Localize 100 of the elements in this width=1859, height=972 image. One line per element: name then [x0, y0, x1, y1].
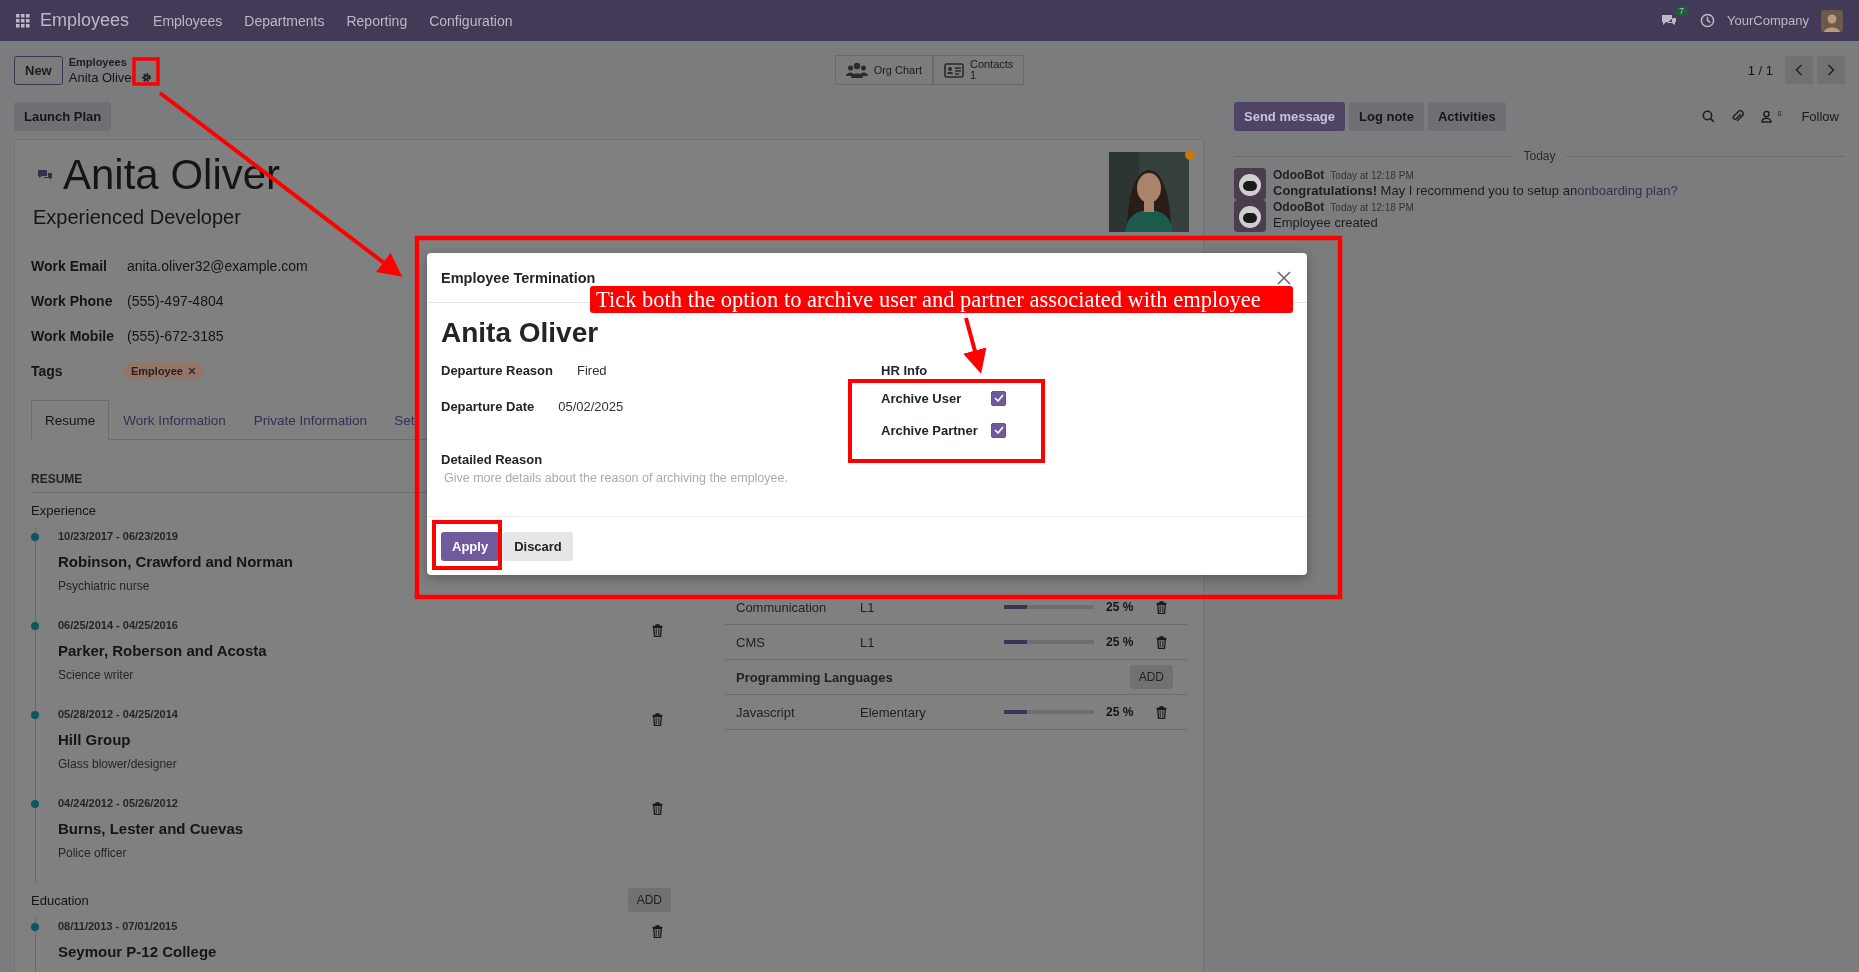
chevron-left-icon — [1795, 64, 1803, 76]
app-grid-icon[interactable] — [16, 13, 30, 28]
skill-level: L1 — [860, 634, 876, 650]
field-label: Work Email — [31, 256, 108, 276]
add-button[interactable]: ADD — [1129, 665, 1173, 689]
clock-icon[interactable] — [1700, 13, 1716, 28]
settings-icon[interactable] — [140, 72, 152, 83]
avatar-icon — [1234, 168, 1266, 200]
tab[interactable]: Set — [381, 400, 429, 440]
entry-description: Psychiatric nurse — [58, 578, 151, 595]
checkbox[interactable] — [991, 390, 1006, 406]
message-text: Employee created — [1273, 215, 1378, 230]
field-value[interactable]: 05/02/2025 — [550, 399, 759, 414]
message-author: OdooBot — [1273, 200, 1325, 214]
field-label: Departure Date — [441, 399, 535, 414]
dialog-button[interactable]: Discard — [503, 531, 573, 561]
progress-percent: 25 % — [1106, 635, 1135, 649]
company-switcher[interactable]: YourCompany — [1727, 13, 1809, 28]
chatter-button[interactable]: Activities — [1427, 101, 1506, 131]
skill-level: Elementary — [860, 704, 927, 720]
user-avatar-icon[interactable] — [1821, 9, 1843, 32]
new-button[interactable]: New — [14, 55, 63, 85]
entry-description: Glass blower/designer — [58, 756, 178, 773]
group-title: HR Info — [881, 363, 929, 378]
close-icon[interactable] — [1277, 270, 1291, 285]
entry-title[interactable]: Hill Group — [58, 727, 652, 753]
checkbox-label: Archive User — [881, 390, 963, 406]
smart-button[interactable]: Org Chart — [834, 55, 933, 85]
follow-button[interactable]: Follow — [1795, 107, 1845, 125]
field-label: Detailed Reason — [441, 452, 544, 467]
menu-item[interactable]: Reporting — [346, 12, 408, 29]
breadcrumb-link[interactable]: Employees — [68, 55, 152, 70]
timeline-dot — [31, 622, 39, 630]
launch-plan-button[interactable]: Launch Plan — [14, 101, 112, 131]
checkbox-label: Archive Partner — [881, 422, 979, 438]
trash-icon[interactable] — [1156, 705, 1167, 719]
onboarding-link[interactable]: onboarding plan? — [1577, 183, 1678, 198]
people-icon — [845, 62, 868, 78]
timeline-dot — [31, 533, 39, 541]
date-divider: Today — [1523, 149, 1556, 163]
message-time: Today at 12:18 PM — [1330, 202, 1414, 213]
trash-icon[interactable] — [652, 624, 663, 637]
dialog-title: Employee Termination — [441, 269, 596, 286]
entry-title[interactable]: Parker, Roberson and Acosta — [58, 638, 652, 664]
skill-group-heading: Programming Languages — [736, 669, 893, 685]
dialog-button[interactable]: Apply — [441, 531, 500, 561]
menu-item[interactable]: Employees — [153, 12, 223, 29]
contact-card-icon — [943, 62, 964, 78]
field-value[interactable]: Fired — [569, 363, 777, 378]
entry-title[interactable]: Burns, Lester and Cuevas — [58, 816, 652, 842]
field-label: Departure Reason — [441, 363, 553, 378]
entry-dates: 04/24/2012 - 05/26/2012 — [58, 796, 179, 811]
trash-icon[interactable] — [1156, 635, 1167, 649]
job-title: Experienced Developer — [32, 206, 242, 229]
check-icon — [993, 394, 1004, 402]
tab[interactable]: Work Information — [109, 400, 240, 440]
field-label: Work Mobile — [31, 326, 115, 346]
search-icon[interactable] — [1701, 109, 1715, 123]
pager-value[interactable]: 1 / 1 — [1747, 62, 1773, 78]
annotation-callout: Tick both the option to archive user and partner associated with employee — [590, 286, 1293, 313]
message-time: Today at 12:18 PM — [1330, 170, 1414, 181]
tab[interactable]: Private Information — [239, 400, 382, 440]
smart-button[interactable]: Contacts 1 — [932, 55, 1025, 85]
entry-title[interactable]: Seymour P-12 College — [58, 939, 652, 965]
arrow — [963, 317, 987, 374]
chatter-button[interactable]: Log note — [1349, 101, 1424, 131]
menu-item[interactable]: Configuration — [429, 12, 513, 29]
avatar-icon — [1234, 200, 1266, 232]
message-author: OdooBot — [1273, 168, 1325, 182]
next-button[interactable] — [1817, 56, 1845, 84]
entry-dates: 10/23/2017 - 06/23/2019 — [58, 529, 179, 544]
progress-percent: 25 % — [1106, 705, 1135, 719]
notification-badge: 7 — [1675, 5, 1689, 16]
trash-icon[interactable] — [1156, 600, 1167, 614]
checkbox[interactable] — [991, 422, 1006, 438]
trash-icon[interactable] — [652, 713, 663, 726]
employee-name: Anita Oliver — [441, 317, 599, 348]
chevron-right-icon — [1827, 64, 1835, 76]
section-heading: Experience — [31, 502, 97, 518]
remove-icon[interactable] — [187, 366, 196, 375]
trash-icon[interactable] — [652, 802, 663, 815]
chatter-button[interactable]: Send message — [1234, 101, 1346, 131]
menu-item[interactable]: Departments — [244, 12, 325, 29]
timeline-dot — [31, 711, 39, 719]
entry-description: Police officer — [58, 845, 128, 862]
skill-name: Communication — [736, 599, 828, 615]
timeline-dot — [31, 923, 39, 931]
previous-button[interactable] — [1785, 56, 1813, 84]
tag-chip[interactable]: Employee — [123, 361, 204, 380]
chat-bubbles-icon[interactable] — [37, 168, 53, 182]
entry-dates: 08/11/2013 - 07/01/2015 — [58, 919, 179, 934]
check-icon — [993, 426, 1004, 434]
trash-icon[interactable] — [652, 925, 663, 938]
paperclip-icon[interactable] — [1730, 108, 1745, 124]
field-label: Tags — [31, 361, 64, 381]
skill-level: L1 — [860, 599, 876, 615]
tab[interactable]: Resume — [31, 400, 110, 440]
app-title[interactable]: Employees — [40, 10, 130, 31]
add-button[interactable]: ADD — [627, 888, 671, 912]
field-label: Work Phone — [31, 291, 114, 311]
